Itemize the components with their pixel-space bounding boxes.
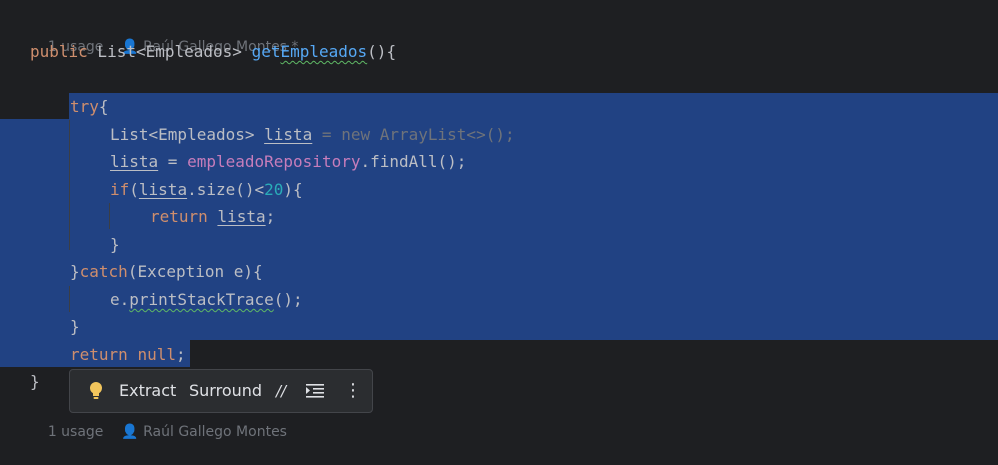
operator: = — [312, 125, 342, 144]
author-name: Raúl Gallego Montes — [143, 424, 287, 440]
variable: lista — [110, 152, 159, 171]
punctuation: ; — [175, 345, 186, 364]
receiver: e. — [110, 290, 130, 309]
keyword: if — [110, 180, 130, 199]
usage-count[interactable]: 1 usage — [48, 424, 104, 440]
keyword: return — [70, 345, 128, 364]
lightbulb-icon[interactable] — [89, 381, 103, 401]
initializer: new ArrayList<>(); — [341, 125, 515, 144]
more-options-icon[interactable]: ⋮ — [344, 370, 362, 412]
code-line-6[interactable]: if(lista.size()<20){ — [110, 176, 303, 203]
punctuation: } — [30, 372, 40, 391]
type: List<Empleados> — [110, 125, 265, 144]
variable: lista — [217, 207, 266, 226]
comment-icon[interactable]: // — [276, 370, 286, 412]
extract-button[interactable]: Extract — [119, 370, 176, 412]
code-line-12[interactable]: return null; — [70, 341, 186, 368]
variable: lista — [138, 180, 188, 199]
floating-toolbar: Extract Surround // ⋮ — [69, 369, 373, 413]
code-line-5[interactable]: lista = empleadoRepository.findAll(); — [110, 148, 466, 175]
punctuation: ){ — [283, 180, 303, 199]
punctuation: (){ — [367, 42, 397, 61]
method-call: .size()< — [187, 180, 265, 199]
code-line-10[interactable]: e.printStackTrace(); — [110, 286, 303, 313]
code-line-1[interactable]: public List<Empleados> getEmpleados(){ — [30, 38, 396, 65]
operator: = — [158, 152, 188, 171]
punctuation: ( — [129, 180, 139, 199]
punctuation: } — [70, 317, 80, 336]
number: 20 — [264, 180, 284, 199]
keyword: catch — [79, 262, 128, 281]
method-call: printStackTrace — [129, 290, 274, 309]
punctuation: (); — [273, 290, 303, 309]
indent-guide — [69, 286, 70, 312]
keyword: return — [150, 207, 208, 226]
code-line-3[interactable]: try{ — [70, 93, 109, 120]
indent-guide — [69, 120, 70, 250]
method-name: getEmpleados — [251, 42, 368, 61]
variable: lista — [264, 125, 313, 144]
catch-clause: (Exception e){ — [127, 262, 263, 281]
selection-gap — [0, 93, 69, 119]
punctuation: } — [70, 262, 80, 281]
field: empleadoRepository — [187, 152, 361, 171]
code-line-7[interactable]: return lista; — [150, 203, 275, 230]
author-icon: 👤 — [121, 424, 139, 440]
code-line-4[interactable]: List<Empleados> lista = new ArrayList<>(… — [110, 121, 515, 148]
punctuation: ; — [265, 207, 276, 226]
surround-button[interactable]: Surround — [189, 370, 262, 412]
indent-guide — [109, 203, 110, 229]
reformat-icon[interactable] — [306, 383, 324, 399]
method-call: .findAll(); — [360, 152, 467, 171]
return-type: List<Empleados> — [87, 42, 252, 61]
keyword: public — [30, 42, 88, 61]
code-line-11[interactable]: } — [70, 313, 80, 340]
code-line-9[interactable]: }catch(Exception e){ — [70, 258, 263, 285]
punctuation: } — [110, 235, 120, 254]
keyword: try — [70, 97, 99, 116]
code-line-8[interactable]: } — [110, 231, 120, 258]
keyword-null: null — [137, 345, 176, 364]
code-line-13[interactable]: } — [30, 368, 40, 395]
code-editor[interactable]: 1 usage 👤 Raúl Gallego Montes * public L… — [0, 0, 998, 440]
punctuation: { — [98, 97, 109, 116]
